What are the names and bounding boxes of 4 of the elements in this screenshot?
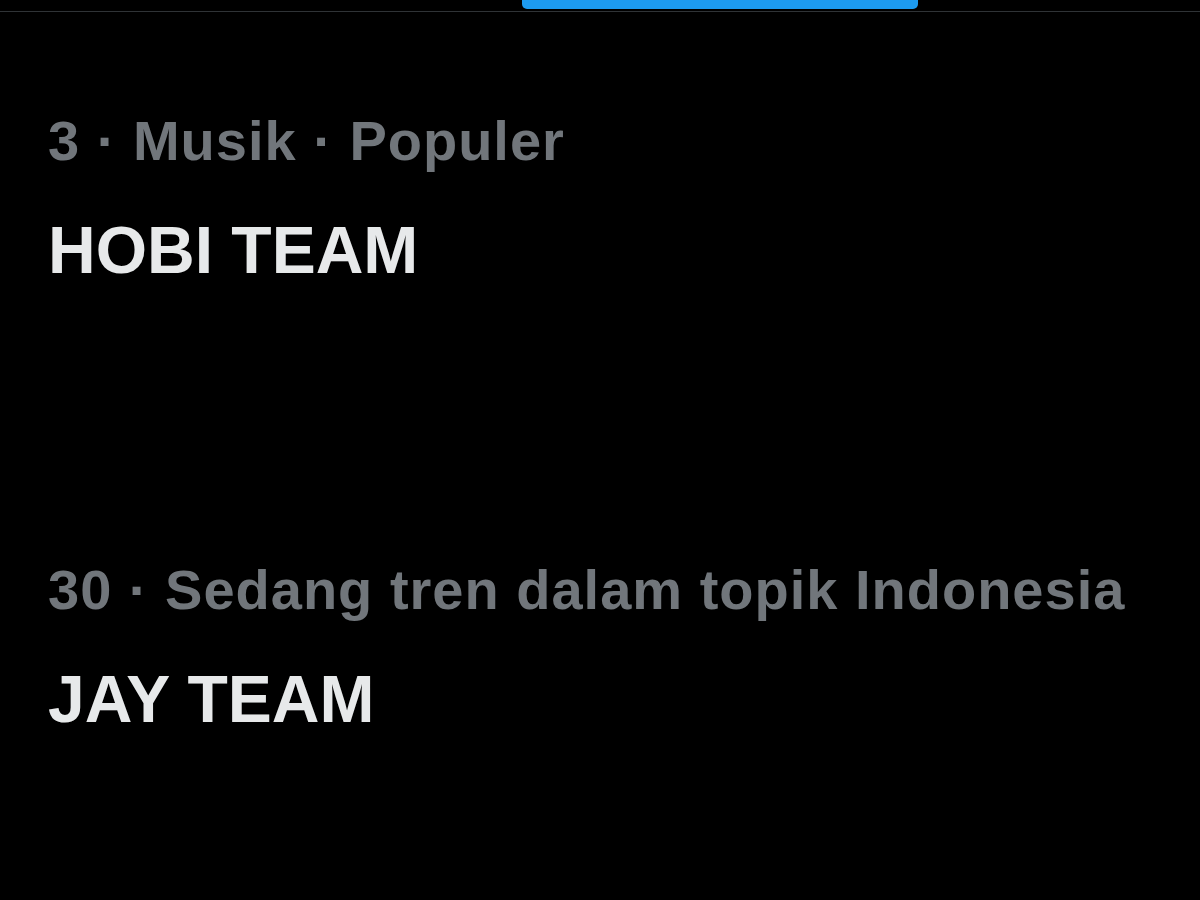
trend-context: 30 · Sedang tren dalam topik Indonesia <box>48 557 1126 623</box>
trend-context: 3 · Musik · Populer <box>48 108 565 174</box>
trend-title[interactable]: HOBI TEAM <box>48 211 419 290</box>
trend-title[interactable]: JAY TEAM <box>48 660 375 739</box>
